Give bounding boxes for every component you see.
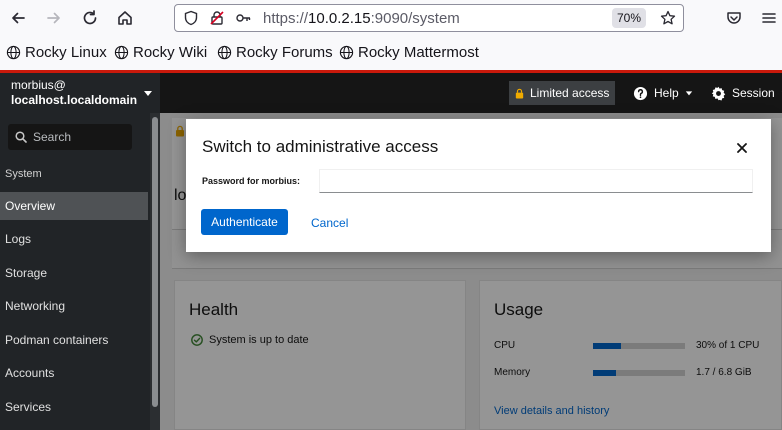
search-input[interactable] bbox=[33, 124, 128, 150]
globe-icon bbox=[114, 45, 129, 60]
help-circle-icon bbox=[633, 86, 648, 100]
host-name: localhost.localdomain bbox=[11, 93, 138, 107]
forward-button[interactable] bbox=[42, 6, 66, 30]
tracking-shield-icon[interactable] bbox=[183, 10, 199, 26]
limited-access-button[interactable]: Limited access bbox=[509, 81, 616, 105]
caret-down-icon bbox=[685, 91, 692, 96]
sidebar-section-label: System bbox=[5, 168, 42, 180]
help-menu[interactable]: Help bbox=[633, 81, 693, 105]
sidebar-item-networking[interactable]: Networking bbox=[0, 292, 148, 320]
url-bar[interactable]: https://10.0.2.15:9090/system 70% bbox=[174, 4, 684, 32]
bookmark-rocky-forums[interactable]: Rocky Forums bbox=[217, 44, 333, 61]
search-icon bbox=[15, 131, 27, 143]
close-button[interactable] bbox=[734, 140, 750, 156]
sidebar-scrollbar-thumb[interactable] bbox=[152, 117, 158, 407]
close-icon bbox=[737, 143, 747, 153]
host-switcher[interactable]: morbius@ localhost.localdomain bbox=[0, 73, 160, 113]
bookmarks-toolbar: Rocky Linux Rocky Wiki Rocky Forums Rock… bbox=[0, 36, 782, 70]
modal-title: Switch to administrative access bbox=[202, 137, 439, 156]
sidebar-item-logs[interactable]: Logs bbox=[0, 225, 148, 253]
arrow-left-icon bbox=[12, 12, 25, 24]
reload-icon bbox=[83, 10, 97, 25]
session-label: Session bbox=[732, 86, 775, 100]
host-user: morbius@ bbox=[11, 78, 66, 92]
password-input[interactable] bbox=[319, 169, 753, 193]
insecure-lock-icon[interactable] bbox=[209, 10, 225, 26]
globe-icon bbox=[217, 45, 232, 60]
help-label: Help bbox=[654, 86, 679, 100]
sidebar-item-storage[interactable]: Storage bbox=[0, 259, 148, 287]
bookmark-rocky-linux[interactable]: Rocky Linux bbox=[6, 44, 107, 61]
url-text[interactable]: https://10.0.2.15:9090/system bbox=[263, 10, 460, 27]
arrow-right-icon bbox=[47, 12, 60, 24]
lock-icon bbox=[515, 88, 524, 99]
url-path: :9090/system bbox=[370, 10, 460, 27]
app-menu-button[interactable] bbox=[757, 6, 781, 30]
url-host: 10.0.2.15 bbox=[308, 10, 371, 27]
sidebar: System Overview Logs Storage Networking … bbox=[0, 113, 160, 430]
back-button[interactable] bbox=[6, 6, 30, 30]
bookmark-label: Rocky Wiki bbox=[133, 44, 208, 61]
home-icon bbox=[118, 11, 132, 25]
sidebar-item-services[interactable]: Services bbox=[0, 393, 148, 421]
gear-icon bbox=[711, 86, 726, 100]
session-menu[interactable]: Session bbox=[711, 81, 782, 105]
sidebar-item-overview[interactable]: Overview bbox=[0, 192, 148, 220]
globe-icon bbox=[6, 45, 21, 60]
admin-access-modal: Switch to administrative access Password… bbox=[186, 119, 771, 252]
pocket-icon bbox=[727, 12, 741, 24]
limited-access-label: Limited access bbox=[530, 86, 610, 100]
bookmark-label: Rocky Linux bbox=[25, 44, 107, 61]
reload-button[interactable] bbox=[78, 6, 102, 30]
bookmark-label: Rocky Mattermost bbox=[358, 44, 479, 61]
zoom-badge[interactable]: 70% bbox=[612, 8, 647, 28]
home-button[interactable] bbox=[113, 6, 137, 30]
search-box[interactable] bbox=[8, 124, 132, 150]
authenticate-button[interactable]: Authenticate bbox=[201, 209, 288, 235]
cancel-button[interactable]: Cancel bbox=[311, 216, 348, 230]
sidebar-item-podman-containers[interactable]: Podman containers bbox=[0, 326, 148, 354]
browser-toolbar: https://10.0.2.15:9090/system 70% bbox=[0, 0, 782, 36]
bookmark-label: Rocky Forums bbox=[236, 44, 333, 61]
sidebar-item-accounts[interactable]: Accounts bbox=[0, 359, 148, 387]
key-icon[interactable] bbox=[235, 10, 251, 26]
bookmark-rocky-wiki[interactable]: Rocky Wiki bbox=[114, 44, 207, 61]
pocket-button[interactable] bbox=[722, 6, 746, 30]
bookmark-rocky-mattermost[interactable]: Rocky Mattermost bbox=[339, 44, 479, 61]
star-bookmark-icon[interactable] bbox=[660, 10, 676, 26]
hamburger-menu-icon bbox=[762, 13, 776, 23]
password-label: Password for morbius: bbox=[202, 176, 301, 186]
url-scheme: https:// bbox=[263, 10, 309, 27]
globe-icon bbox=[339, 45, 354, 60]
caret-down-icon bbox=[144, 91, 152, 96]
